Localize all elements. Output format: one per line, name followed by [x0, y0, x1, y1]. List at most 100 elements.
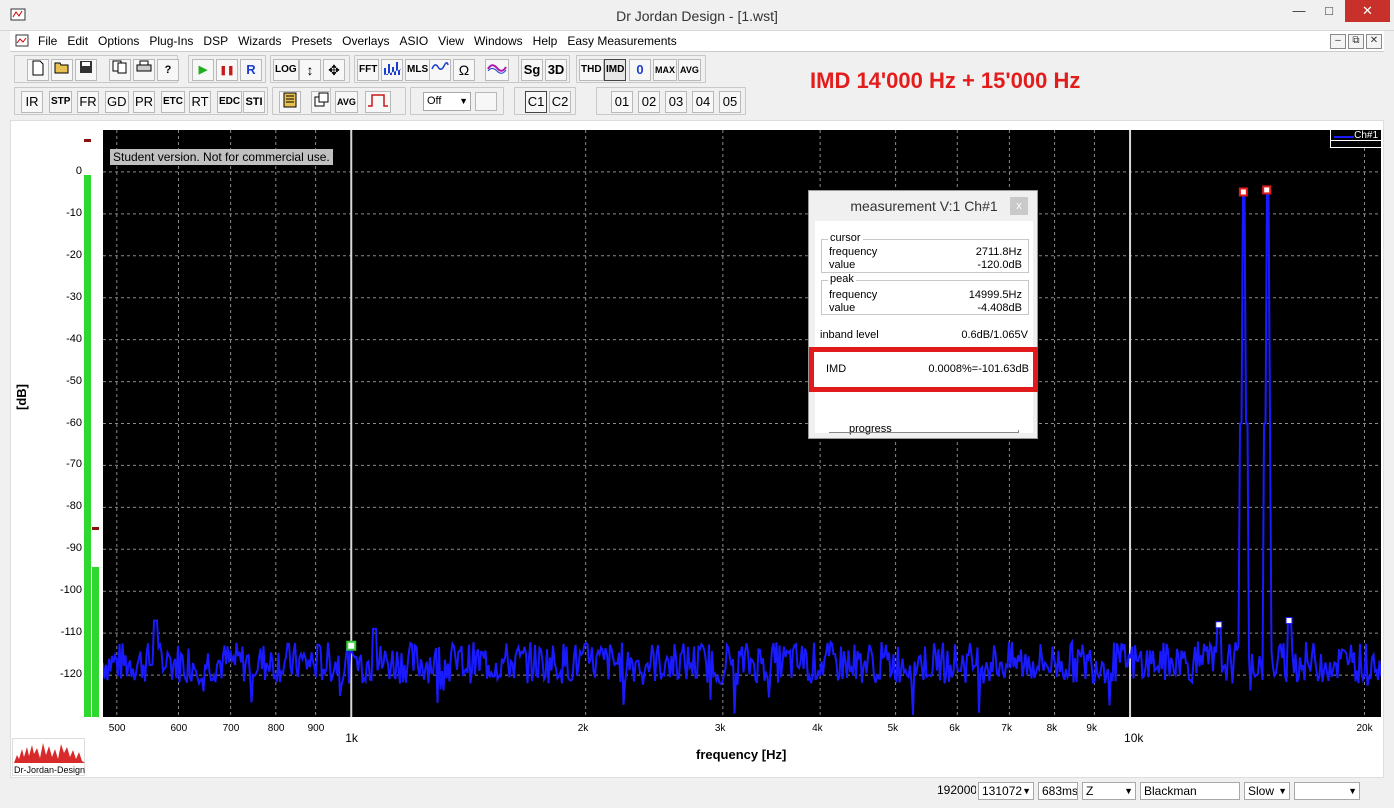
menu-edit[interactable]: Edit	[67, 34, 88, 48]
imd-heading: IMD 14'000 Hz + 15'000 Hz	[810, 68, 1081, 93]
y-tick-label: -90	[66, 542, 82, 555]
gate-icon[interactable]	[365, 91, 391, 113]
channel-2-button[interactable]: C2	[549, 91, 571, 113]
x-tick-label: 9k	[1086, 723, 1097, 734]
time-field: 683ms	[1038, 782, 1078, 800]
avg-button[interactable]: AVG	[678, 59, 701, 81]
mdi-minimize-button[interactable]: –	[1330, 34, 1346, 49]
cursor-value-row: value -120.0dB	[829, 259, 1022, 272]
menu-wizards[interactable]: Wizards	[238, 34, 281, 48]
open-icon[interactable]	[51, 59, 73, 81]
mdi-restore-button[interactable]: ⧉	[1348, 34, 1364, 49]
print-icon[interactable]	[133, 59, 155, 81]
new-icon[interactable]	[27, 59, 49, 81]
ir-button[interactable]: IR	[21, 91, 43, 113]
level-meter-right	[92, 567, 99, 717]
wave-icon[interactable]	[485, 59, 509, 81]
speed-select[interactable]: Slow ▼	[1244, 782, 1290, 800]
fft-size-select[interactable]: 131072 ▼	[978, 782, 1034, 800]
menu-asio[interactable]: ASIO	[399, 34, 428, 48]
x-tick-label: 700	[222, 723, 240, 734]
menu-overlays[interactable]: Overlays	[342, 34, 389, 48]
logo-graphic	[14, 743, 85, 763]
distortion-toolbar-group: THD IMD 0 MAX AVG	[576, 55, 706, 83]
move-button[interactable]: ✥	[323, 59, 345, 81]
menu-help[interactable]: Help	[533, 34, 558, 48]
x-tick-label: 4k	[812, 723, 823, 734]
menu-presets[interactable]: Presets	[291, 34, 332, 48]
weighting-select[interactable]: Z ▼	[1082, 782, 1136, 800]
smoothing-select[interactable]: Off ▼	[423, 92, 471, 111]
logo-text: Dr-Jordan-Design	[13, 765, 86, 775]
menu-options[interactable]: Options	[98, 34, 139, 48]
thd-button[interactable]: THD	[579, 59, 604, 81]
window-title: Dr Jordan Design - [1.wst]	[616, 8, 778, 24]
fft-button[interactable]: FFT	[357, 59, 380, 81]
zero-button[interactable]: 0	[629, 59, 651, 81]
sine-icon[interactable]	[429, 59, 451, 81]
imd-label: IMD	[826, 363, 847, 375]
average-toolbar-group: AVG	[330, 87, 406, 115]
peak-legend: peak	[828, 273, 856, 285]
harmonic-marker	[1285, 617, 1293, 625]
menu-easy-measurements[interactable]: Easy Measurements	[567, 34, 676, 48]
fr-button[interactable]: FR	[77, 91, 99, 113]
menu-dsp[interactable]: DSP	[203, 34, 228, 48]
x-tick-label: 5k	[887, 723, 899, 734]
legend-swatch	[1334, 136, 1354, 138]
pause-button[interactable]: ❚❚	[216, 59, 238, 81]
record-button[interactable]: R	[240, 59, 262, 81]
vertical-zoom-button[interactable]: ↕	[299, 59, 321, 81]
peak-value: -4.408dB	[977, 302, 1022, 314]
copy-icon[interactable]	[109, 59, 131, 81]
stp-button[interactable]: STP	[49, 91, 73, 113]
cursor-frequency-value: 2711.8Hz	[975, 246, 1022, 258]
preset-03-button[interactable]: 03	[665, 91, 687, 113]
spectrum-plot[interactable]	[102, 130, 1382, 717]
preset-05-button[interactable]: 05	[719, 91, 741, 113]
close-button[interactable]: ✕	[1345, 0, 1390, 22]
edc-button[interactable]: EDC	[217, 91, 243, 113]
gd-button[interactable]: GD	[105, 91, 129, 113]
measurement-close-button[interactable]: x	[1010, 197, 1028, 215]
axis-toolbar-group: LOG ↕ ✥	[270, 55, 350, 83]
sample-rate: 192000	[934, 782, 976, 800]
minimize-button[interactable]: —	[1284, 0, 1314, 22]
transport-toolbar-group: ▶ ❚❚ R	[188, 55, 266, 83]
imd-button[interactable]: IMD	[604, 59, 627, 81]
menu-view[interactable]: View	[438, 34, 464, 48]
impedance-button[interactable]: Ω	[453, 59, 475, 81]
help-button[interactable]: ?	[157, 59, 179, 81]
log-button[interactable]: LOG	[273, 59, 299, 81]
company-logo: Dr-Jordan-Design	[12, 738, 85, 776]
properties-icon[interactable]	[279, 91, 301, 113]
pr-button[interactable]: PR	[133, 91, 156, 113]
channel-1-button[interactable]: C1	[525, 91, 547, 113]
extra-select[interactable]: ▼	[1294, 782, 1360, 800]
rt-button[interactable]: RT	[189, 91, 211, 113]
avg-mode-button[interactable]: AVG	[335, 91, 358, 113]
etc-button[interactable]: ETC	[161, 91, 185, 113]
y-tick-label: -10	[66, 206, 82, 219]
save-icon[interactable]	[75, 59, 97, 81]
max-button[interactable]: MAX	[653, 59, 677, 81]
preset-04-button[interactable]: 04	[692, 91, 714, 113]
channel-toolbar-group: C1 C2	[514, 87, 576, 115]
chevron-down-icon: ▼	[1022, 786, 1031, 796]
preset-02-button[interactable]: 02	[638, 91, 660, 113]
play-button[interactable]: ▶	[192, 59, 214, 81]
mdi-close-button[interactable]: ✕	[1366, 34, 1382, 49]
x-tick-label: 3k	[714, 723, 726, 734]
sg-button[interactable]: Sg	[521, 59, 543, 81]
smoothing-apply-button[interactable]	[475, 92, 497, 111]
maximize-button[interactable]: □	[1314, 0, 1344, 22]
3d-button[interactable]: 3D	[545, 59, 567, 81]
spectrum-icon[interactable]	[381, 59, 403, 81]
preset-01-button[interactable]: 01	[611, 91, 633, 113]
sti-button[interactable]: STI	[243, 91, 265, 113]
mls-button[interactable]: MLS	[405, 59, 431, 81]
menu-windows[interactable]: Windows	[474, 34, 523, 48]
x-tick-label: 20k	[1356, 723, 1373, 734]
menu-file[interactable]: File	[38, 34, 57, 48]
menu-plug-ins[interactable]: Plug-Ins	[149, 34, 193, 48]
